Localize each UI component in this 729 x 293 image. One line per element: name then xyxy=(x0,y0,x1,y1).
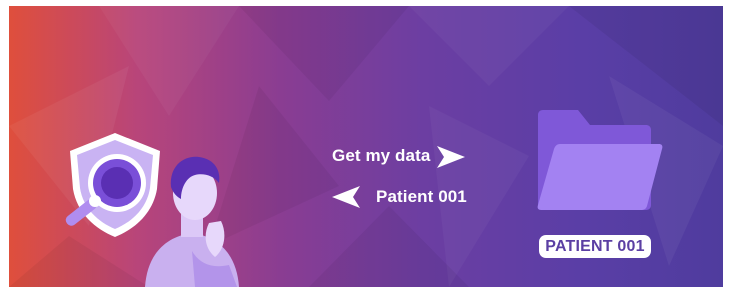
hero-banner: Get my data Patient 001 PATIENT 001 xyxy=(9,6,723,287)
folder-icon xyxy=(537,110,663,210)
left-arrow-icon xyxy=(332,186,360,208)
thinking-person-illustration xyxy=(145,156,239,287)
right-arrow-icon xyxy=(437,146,465,168)
request-label: Get my data xyxy=(332,146,431,165)
patient-badge: PATIENT 001 xyxy=(539,235,651,258)
response-label: Patient 001 xyxy=(376,187,467,206)
